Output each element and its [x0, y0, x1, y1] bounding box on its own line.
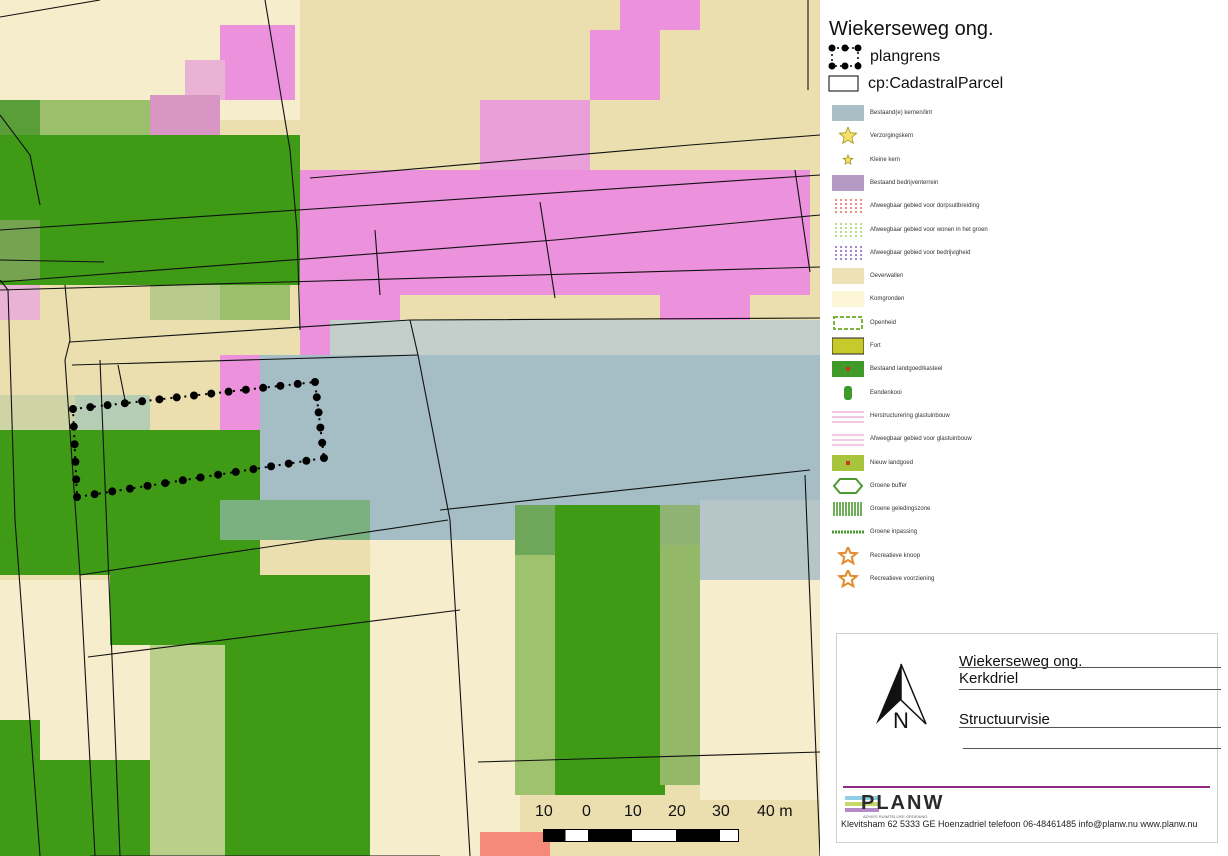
theme-legend-label: Openheid [870, 319, 897, 326]
theme-legend-row: Verzorgingskern [832, 127, 913, 145]
legend-swatch-icon [832, 268, 864, 285]
legend-swatch-icon [838, 127, 858, 145]
legend-swatch-icon [832, 174, 864, 191]
theme-legend-row: Herstructurering glastuinbouw [832, 407, 950, 425]
legend-swatch-icon [832, 291, 864, 308]
map-canvas[interactable]: 10 0 10 20 30 40 m [0, 0, 820, 856]
theme-legend-label: Kleine kern [870, 156, 901, 163]
theme-legend-row: Openheid [832, 314, 896, 332]
legend-swatch-icon [834, 199, 863, 214]
theme-legend-label: Eendenkooi [870, 389, 902, 396]
theme-legend-row: Eendenkooi [832, 384, 902, 402]
theme-legend-label: Recreatieve knoop [870, 552, 921, 559]
north-label: N [893, 708, 909, 733]
legend-swatch-icon [832, 337, 864, 355]
legend-title: Wiekerseweg ong. [829, 18, 994, 40]
legend-item-cadastral: cp:CadastralParcel [828, 74, 1003, 94]
theme-legend-row: Groene geledingszone [832, 500, 930, 518]
theme-legend-label: Bestaand(e) kernen/lint [870, 110, 933, 116]
legend-swatch-icon [832, 454, 864, 471]
scale-label: 10 [535, 803, 553, 820]
divider [963, 748, 1221, 749]
scale-label: 30 [712, 803, 730, 820]
theme-legend-label: Bestaand landgoed/kasteel [870, 366, 943, 373]
theme-legend-row: Bestaand bedrijventerrein [832, 174, 938, 192]
theme-legend-label: Verzorgingskern [870, 133, 914, 140]
legend-swatch-icon [832, 434, 864, 446]
scale-label: 10 [624, 803, 642, 820]
theme-legend-row: Komgronden [832, 290, 904, 308]
accent-rule [843, 786, 1210, 788]
legend-panel: Wiekerseweg ong. plangrens cp:CadastralP… [820, 0, 1228, 856]
empty-rectangle-icon [828, 75, 859, 92]
scale-label: 40 m [757, 803, 793, 820]
legend-swatch-icon [832, 411, 864, 423]
divider [959, 727, 1221, 728]
divider [959, 667, 1221, 668]
legend-swatch-icon [836, 570, 860, 588]
scalebar-bar [543, 829, 739, 842]
theme-legend-row: Fort [832, 337, 881, 355]
theme-legend-label: Afweegbaar gebied voor glastuinbouw [870, 436, 972, 443]
title-line-2: Kerkdriel [959, 670, 1019, 687]
theme-legend-row: Recreatieve knoop [832, 546, 921, 565]
theme-legend-label: Groene buffer [870, 482, 907, 489]
theme-legend-label: Bestaand bedrijventerrein [870, 179, 939, 186]
contact-footer: Klevitsham 62 5333 GE Hoenzadriel telefo… [841, 819, 1198, 829]
map-svg [0, 0, 820, 856]
legend-swatch-icon [833, 502, 862, 517]
legend-swatch-icon [834, 245, 863, 260]
theme-legend-label: Recreatieve voorziening [870, 576, 935, 582]
theme-legend-row: Afweegbaar gebied voor glastuinbouw [832, 430, 972, 448]
legend-label: cp:CadastralParcel [868, 75, 1004, 92]
title-line-3: Structuurvisie [959, 711, 1050, 728]
theme-legend-row: Bestaand landgoed/kasteel [832, 360, 942, 378]
theme-legend-row: Kleine kern [832, 151, 900, 169]
theme-legend-label: Fort [870, 343, 881, 349]
legend-item-plangrens: plangrens [828, 44, 940, 70]
legend-label: plangrens [870, 48, 941, 65]
theme-legend-row: Afweegbaar gebied voor wonen in het groe… [832, 221, 988, 239]
scale-label: 0 [582, 803, 591, 820]
title-block: N Wiekerseweg ong. Kerkdriel Structuurvi… [836, 633, 1221, 843]
theme-legend-row: Oeverwallen [832, 267, 903, 285]
legend-swatch-icon [844, 385, 852, 400]
landuse-raster [0, 0, 820, 856]
theme-legend-label: Groene geledingszone [870, 506, 931, 513]
theme-legend-label: Afweegbaar gebied voor dorpsuitbreiding [870, 203, 980, 210]
legend-swatch-icon [836, 546, 860, 565]
scale-label: 20 [668, 803, 686, 820]
theme-legend-row: Bestaand(e) kernen/lint [832, 104, 932, 122]
legend-swatch-icon [832, 530, 864, 534]
theme-legend-row: Recreatieve voorziening [832, 570, 934, 588]
theme-legend-label: Herstructurering glastuinbouw [870, 412, 950, 419]
theme-legend-label: Komgronden [870, 296, 905, 303]
legend-swatch-icon [832, 477, 864, 494]
theme-legend-label: Afweegbaar gebied voor wonen in het groe… [870, 226, 988, 233]
legend-swatch-icon [834, 222, 863, 237]
theme-legend-row: Afweegbaar gebied voor dorpsuitbreiding [832, 197, 979, 215]
theme-legend-label: Afweegbaar gebied voor bedrijvigheid [870, 249, 971, 256]
divider [959, 689, 1221, 690]
theme-legend-label: Oeverwallen [870, 273, 904, 280]
dotted-boundary-icon [828, 44, 862, 70]
theme-legend-row: Afweegbaar gebied voor bedrijvigheid [832, 244, 970, 262]
theme-legend-label: Nieuw landgoed [870, 459, 914, 466]
legend-swatch-icon [832, 105, 864, 121]
theme-legend-row: Groene inpassing [832, 523, 917, 541]
theme-legend-row: Nieuw landgoed [832, 454, 913, 472]
legend-swatch-icon [832, 361, 864, 378]
theme-legend-row: Groene buffer [832, 477, 907, 495]
logo-text: PLANW [861, 792, 945, 814]
legend-swatch-icon [833, 315, 863, 330]
theme-legend-label: Groene inpassing [870, 529, 918, 536]
legend-swatch-icon [842, 153, 854, 165]
